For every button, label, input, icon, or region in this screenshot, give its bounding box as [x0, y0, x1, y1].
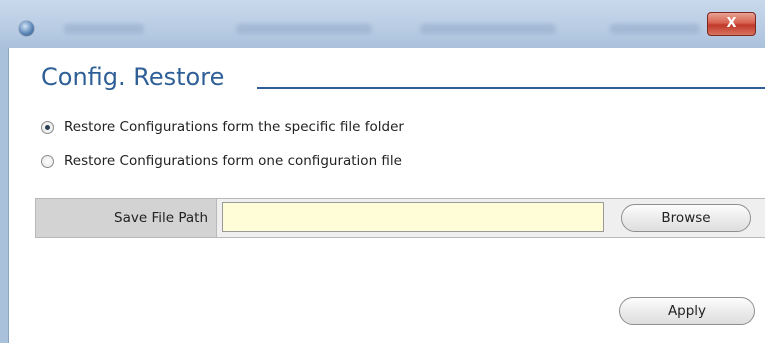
page-title: Config. Restore [41, 63, 225, 91]
apply-button[interactable]: Apply [619, 297, 755, 325]
option-label: Restore Configurations form one configur… [64, 153, 402, 169]
save-file-path-input[interactable] [222, 202, 604, 232]
blurred-title-segment [610, 24, 700, 34]
radio-button[interactable] [41, 154, 54, 168]
dialog-content: Config. Restore Restore Configurations f… [8, 48, 765, 343]
blurred-title-segment [236, 24, 372, 34]
title-underline [257, 87, 765, 89]
browse-button[interactable]: Browse [621, 204, 751, 232]
blurred-title-segment [420, 24, 556, 34]
dialog-window: X Config. Restore Restore Configurations… [0, 0, 765, 343]
title-bar[interactable]: X [0, 0, 765, 48]
section-header: Config. Restore [41, 63, 765, 103]
option-specific-folder[interactable]: Restore Configurations form the specific… [41, 117, 404, 137]
save-file-path-label: Save File Path [114, 210, 208, 226]
save-file-path-row: Save File Path Browse [35, 198, 765, 238]
app-globe-icon [19, 21, 34, 36]
option-label: Restore Configurations form the specific… [64, 119, 404, 135]
path-label-cell: Save File Path [36, 199, 217, 237]
close-button[interactable]: X [707, 12, 756, 36]
blurred-title-segment [64, 24, 144, 34]
radio-button-selected[interactable] [41, 120, 54, 134]
option-configuration-file[interactable]: Restore Configurations form one configur… [41, 151, 402, 171]
